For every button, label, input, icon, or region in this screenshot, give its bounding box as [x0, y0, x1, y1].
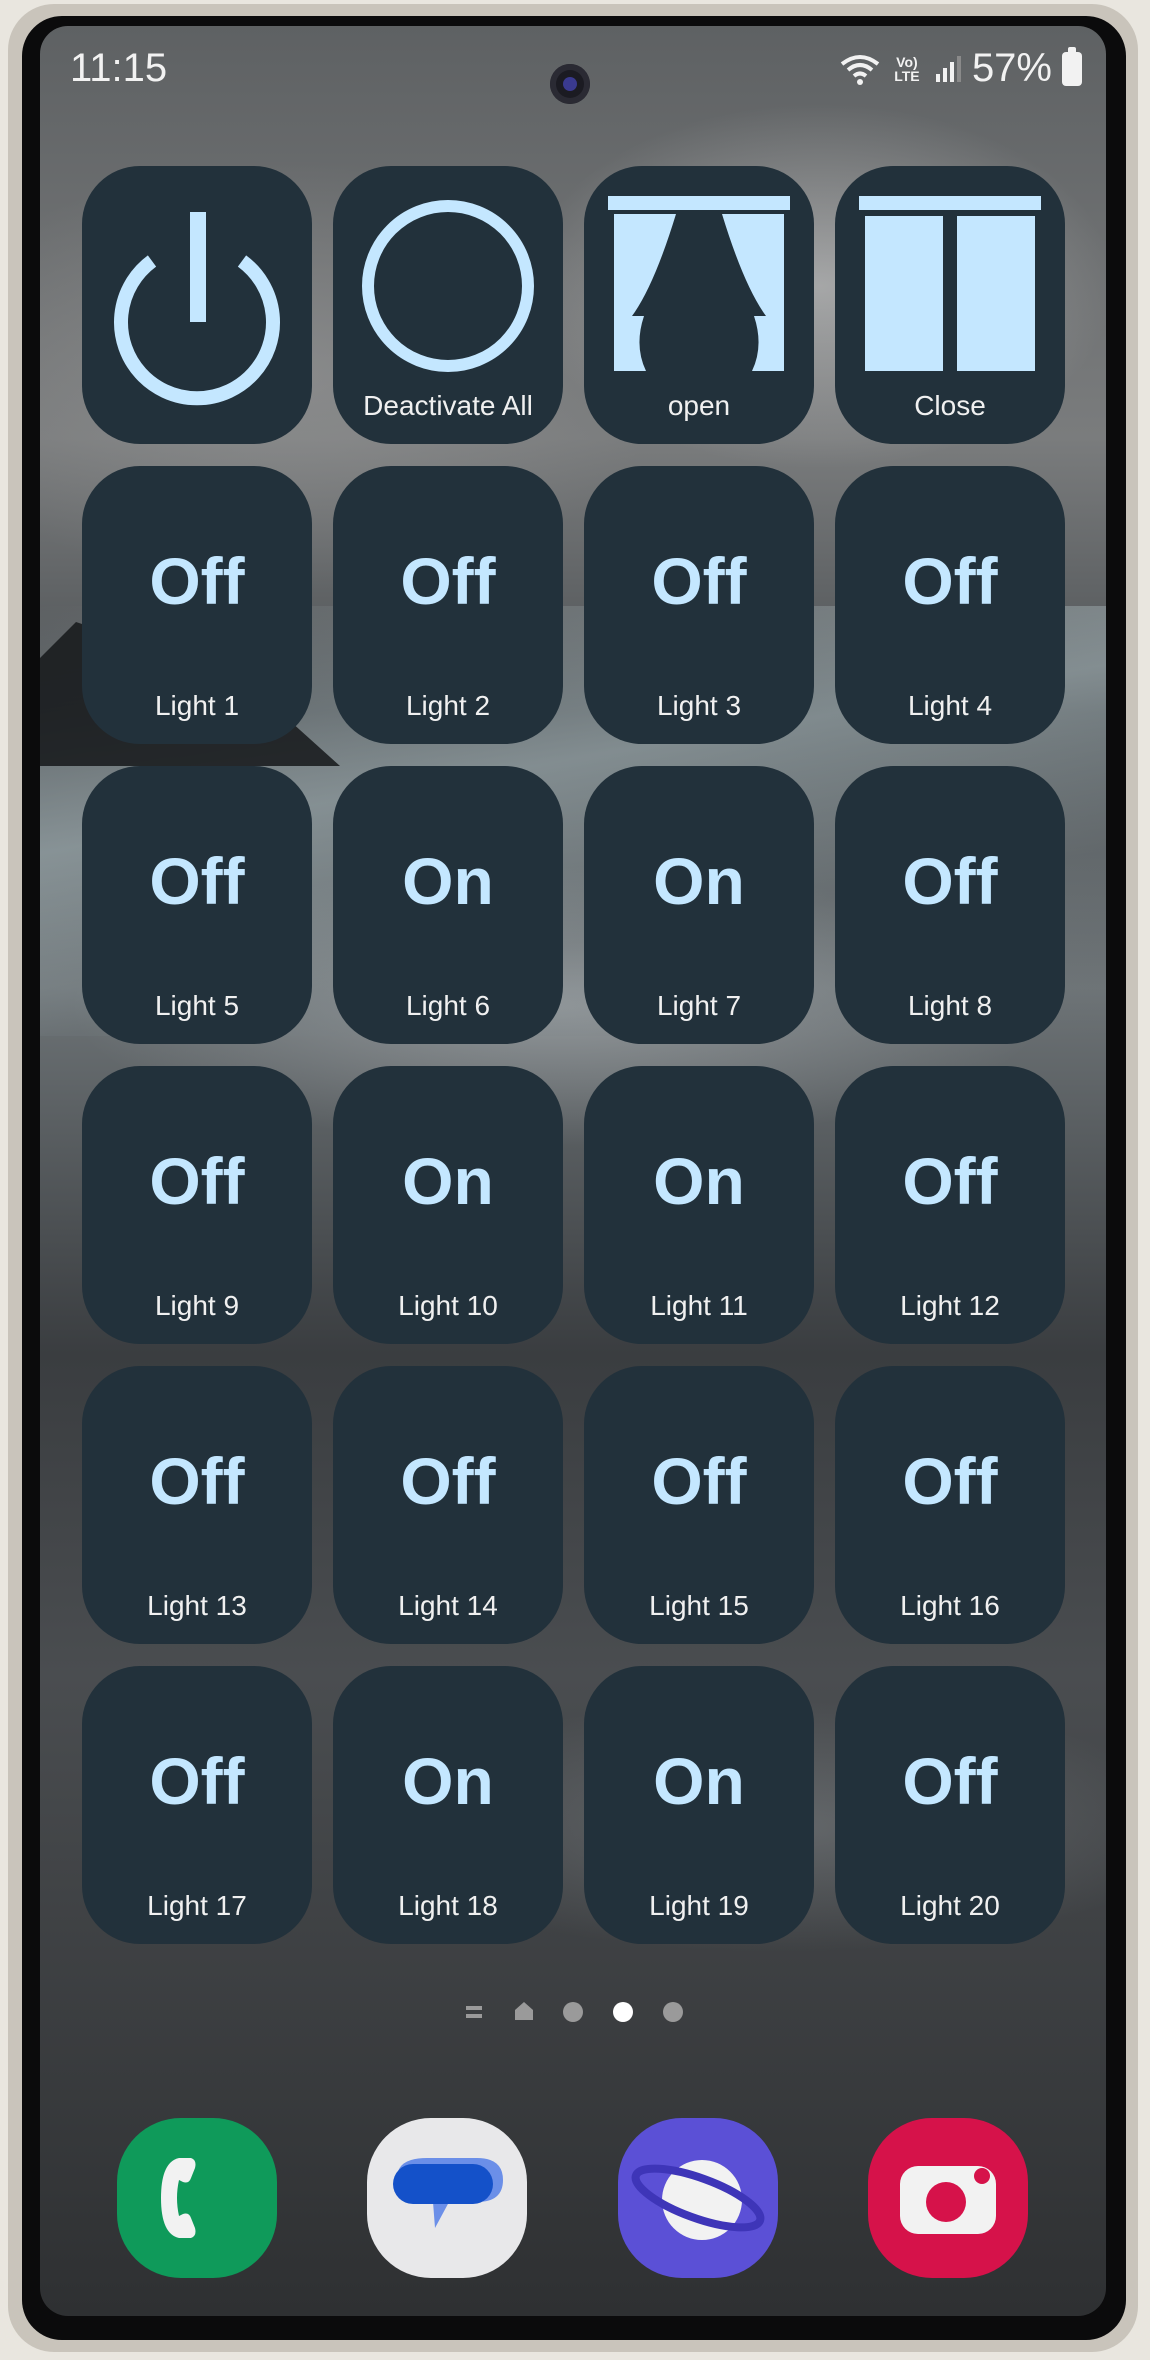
messages-app[interactable] — [367, 2118, 527, 2278]
camera-app[interactable] — [868, 2118, 1028, 2278]
home-screen: 11:15 Vo) LTE 57% Deactivate All open Cl… — [40, 26, 1106, 2316]
light-label: Light 17 — [147, 1890, 247, 1921]
light-label: Light 9 — [154, 1290, 240, 1321]
light-label: Light 6 — [405, 990, 491, 1021]
light-label: Light 11 — [650, 1290, 748, 1321]
light-label: Light 18 — [398, 1890, 498, 1921]
light-state: On — [653, 1744, 745, 1818]
light-state: Off — [149, 1744, 245, 1818]
page-indicator — [40, 1990, 1106, 2030]
phone-app[interactable] — [117, 2118, 277, 2278]
light-state: On — [402, 1144, 494, 1218]
light-state: Off — [651, 1444, 747, 1518]
light-state: Off — [651, 544, 747, 618]
light-state: Off — [149, 1144, 245, 1218]
light-state: On — [402, 1744, 494, 1818]
light-tile[interactable]: On Light 11 — [584, 1066, 814, 1344]
page-dot[interactable] — [563, 2002, 583, 2022]
light-tile[interactable]: Off Light 1 — [82, 466, 312, 744]
power-icon — [114, 212, 280, 406]
light-tile[interactable]: Off Light 2 — [333, 466, 563, 744]
power-tile[interactable] — [82, 166, 312, 444]
light-tile[interactable]: Off Light 16 — [835, 1366, 1065, 1644]
light-state: Off — [149, 544, 245, 618]
light-label: Light 2 — [405, 690, 491, 721]
light-tile[interactable]: On Light 6 — [333, 766, 563, 1044]
status-icons: Vo) LTE 57% — [840, 46, 1082, 91]
light-tile[interactable]: On Light 19 — [584, 1666, 814, 1944]
light-label: Light 13 — [147, 1590, 247, 1621]
light-state: Off — [902, 1444, 998, 1518]
light-label: Light 14 — [398, 1590, 498, 1621]
camera-icon — [900, 2166, 996, 2234]
light-label: Light 20 — [900, 1890, 1000, 1921]
battery-percent: 57% — [971, 46, 1052, 90]
light-tile[interactable]: Off Light 17 — [82, 1666, 312, 1944]
light-tile[interactable]: On Light 7 — [584, 766, 814, 1044]
light-label: Light 8 — [907, 990, 993, 1021]
chat-bubble-icon — [393, 2158, 503, 2228]
light-state: Off — [400, 544, 496, 618]
battery-icon — [1062, 46, 1082, 86]
light-label: Light 5 — [154, 990, 240, 1021]
volte-icon: Vo) LTE — [894, 53, 920, 84]
signal-icon — [935, 55, 961, 82]
open-label: open — [667, 390, 731, 421]
page-dot-current[interactable] — [613, 2002, 633, 2022]
planet-icon — [631, 2160, 765, 2240]
deactivate-all-tile[interactable]: Deactivate All — [333, 166, 563, 444]
phone-icon — [161, 2158, 196, 2238]
light-state: Off — [149, 1444, 245, 1518]
clock: 11:15 — [70, 46, 168, 90]
light-state: On — [653, 1144, 745, 1218]
light-label: Light 12 — [900, 1290, 1000, 1321]
close-label: Close — [914, 390, 986, 421]
light-state: Off — [902, 1144, 998, 1218]
list-icon[interactable] — [464, 2002, 484, 2022]
light-state: Off — [400, 1444, 496, 1518]
light-state: Off — [902, 844, 998, 918]
wifi-icon — [840, 54, 880, 85]
light-state: On — [653, 844, 745, 918]
light-tile[interactable]: Off Light 9 — [82, 1066, 312, 1344]
light-state: Off — [902, 1744, 998, 1818]
home-page-icon[interactable] — [513, 2000, 535, 2022]
light-tile[interactable]: On Light 10 — [333, 1066, 563, 1344]
front-camera — [550, 64, 590, 104]
light-tile[interactable]: Off Light 12 — [835, 1066, 1065, 1344]
page-dot[interactable] — [663, 2002, 683, 2022]
light-tile[interactable]: Off Light 5 — [82, 766, 312, 1044]
light-tile[interactable]: Off Light 15 — [584, 1366, 814, 1644]
light-tile[interactable]: Off Light 4 — [835, 466, 1065, 744]
light-state: On — [402, 844, 494, 918]
light-label: Light 1 — [154, 690, 240, 721]
light-tile[interactable]: Off Light 3 — [584, 466, 814, 744]
internet-app[interactable] — [618, 2118, 778, 2278]
light-tile[interactable]: On Light 18 — [333, 1666, 563, 1944]
light-tile[interactable]: Off Light 8 — [835, 766, 1065, 1044]
deactivate-all-label: Deactivate All — [363, 390, 533, 421]
light-label: Light 16 — [900, 1590, 1000, 1621]
light-label: Light 7 — [656, 990, 742, 1021]
light-label: Light 3 — [656, 690, 742, 721]
light-label: Light 19 — [649, 1890, 749, 1921]
light-label: Light 15 — [649, 1590, 749, 1621]
light-state: Off — [902, 544, 998, 618]
close-tile[interactable]: Close — [835, 166, 1065, 444]
light-state: Off — [149, 844, 245, 918]
light-label: Light 4 — [907, 690, 993, 721]
light-label: Light 10 — [398, 1290, 498, 1321]
light-tile[interactable]: Off Light 14 — [333, 1366, 563, 1644]
light-tile[interactable]: Off Light 13 — [82, 1366, 312, 1644]
open-tile[interactable]: open — [584, 166, 814, 444]
light-tile[interactable]: Off Light 20 — [835, 1666, 1065, 1944]
